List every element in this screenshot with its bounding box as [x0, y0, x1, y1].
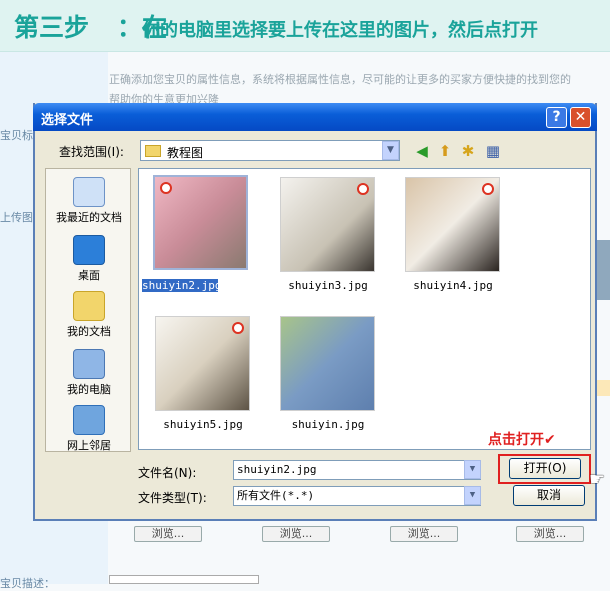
browse-button-1[interactable]: 浏览...: [134, 526, 202, 542]
back-icon[interactable]: ◀: [412, 141, 432, 161]
lookin-value: 教程图: [167, 146, 204, 160]
bg-desc-line1: 正确添加您宝贝的属性信息，系统将根据属性信息，尽可能的让更多的买家方便快捷的找到…: [109, 73, 571, 86]
lookin-select[interactable]: 教程图 ▼: [140, 140, 400, 161]
click-open-annotation: 点击打开✔: [488, 432, 556, 448]
place-computer[interactable]: 我的电脑: [46, 349, 132, 397]
dialog-title: 选择文件: [41, 113, 94, 128]
file-name[interactable]: shuiyin5.jpg: [143, 418, 263, 431]
place-documents[interactable]: 我的文档: [46, 291, 132, 339]
filetype-label: 文件类型(T):: [138, 491, 207, 505]
no-entry-icon: [482, 183, 494, 195]
place-network[interactable]: 网上邻居: [46, 405, 132, 453]
file-thumbnail[interactable]: [280, 177, 375, 272]
chevron-down-icon[interactable]: ▼: [382, 141, 399, 160]
network-places-icon: [73, 405, 105, 435]
no-entry-icon: [232, 322, 244, 334]
file-thumbnail[interactable]: [280, 316, 375, 411]
browse-button-4[interactable]: 浏览...: [516, 526, 584, 542]
file-list: shuiyin2.jpg shuiyin3.jpg shuiyin4.jpg s…: [138, 168, 591, 450]
browse-button-2[interactable]: 浏览...: [262, 526, 330, 542]
new-folder-icon[interactable]: ✱: [458, 141, 478, 161]
chevron-down-icon[interactable]: ▼: [464, 486, 481, 505]
place-desktop[interactable]: 桌面: [46, 235, 132, 283]
file-thumbnail[interactable]: [153, 175, 248, 270]
step-instruction: 你的电脑里选择要上传在这里的图片，然后点打开: [142, 20, 538, 41]
file-name[interactable]: shuiyin4.jpg: [393, 279, 513, 292]
no-entry-icon: [160, 182, 172, 194]
filename-value: shuiyin2.jpg: [237, 463, 317, 476]
description-field[interactable]: [109, 575, 259, 584]
place-label: 我的文档: [67, 325, 111, 338]
place-recent[interactable]: 我最近的文档: [46, 177, 132, 225]
file-name[interactable]: shuiyin2.jpg: [142, 279, 221, 292]
open-button[interactable]: 打开(O): [509, 458, 581, 479]
hand-cursor-icon: ☛: [589, 469, 606, 490]
place-label: 我的电脑: [67, 383, 111, 396]
my-computer-icon: [73, 349, 105, 379]
folder-icon: [145, 145, 161, 157]
view-menu-icon[interactable]: ▦: [483, 141, 503, 161]
my-documents-icon: [73, 291, 105, 321]
close-button[interactable]: ✕: [570, 107, 591, 128]
desktop-icon: [73, 235, 105, 265]
up-folder-icon[interactable]: ⬆: [435, 141, 455, 161]
background-image-strip: [596, 240, 610, 300]
file-thumbnail[interactable]: [405, 177, 500, 272]
file-chooser-dialog: 选择文件 ? ✕ 查找范围(I): 教程图 ▼ ◀ ⬆ ✱ ▦ 我最近的文档 桌…: [33, 103, 605, 521]
browse-button-3[interactable]: 浏览...: [390, 526, 458, 542]
lookin-label: 查找范围(I):: [59, 145, 124, 159]
dialog-titlebar[interactable]: 选择文件 ? ✕: [33, 103, 597, 131]
cancel-button[interactable]: 取消: [513, 485, 585, 506]
places-bar: 我最近的文档 桌面 我的文档 我的电脑 网上邻居: [45, 168, 131, 452]
bg-label-description: 宝贝描述：: [0, 577, 55, 590]
filename-input[interactable]: shuiyin2.jpg ▼: [233, 460, 481, 480]
recent-documents-icon: [73, 177, 105, 207]
file-thumbnail[interactable]: [155, 316, 250, 411]
filetype-select[interactable]: 所有文件(*.*) ▼: [233, 486, 481, 506]
file-name[interactable]: shuiyin.jpg: [268, 418, 388, 431]
chevron-down-icon[interactable]: ▼: [464, 460, 481, 479]
bg-label-upload: 上传图: [0, 211, 33, 224]
step-title: 第三步: [14, 13, 90, 42]
file-name[interactable]: shuiyin3.jpg: [268, 279, 388, 292]
no-entry-icon: [357, 183, 369, 195]
help-button[interactable]: ?: [546, 107, 567, 128]
place-label: 桌面: [78, 269, 100, 282]
filetype-value: 所有文件(*.*): [237, 489, 315, 502]
bg-label-title: 宝贝标: [0, 129, 33, 142]
place-label: 我最近的文档: [56, 211, 122, 224]
tutorial-banner: 第三步 ：在 你的电脑里选择要上传在这里的图片，然后点打开: [0, 0, 610, 52]
background-highlight-strip: [596, 380, 610, 396]
place-label: 网上邻居: [67, 439, 111, 452]
filename-label: 文件名(N):: [138, 466, 197, 480]
